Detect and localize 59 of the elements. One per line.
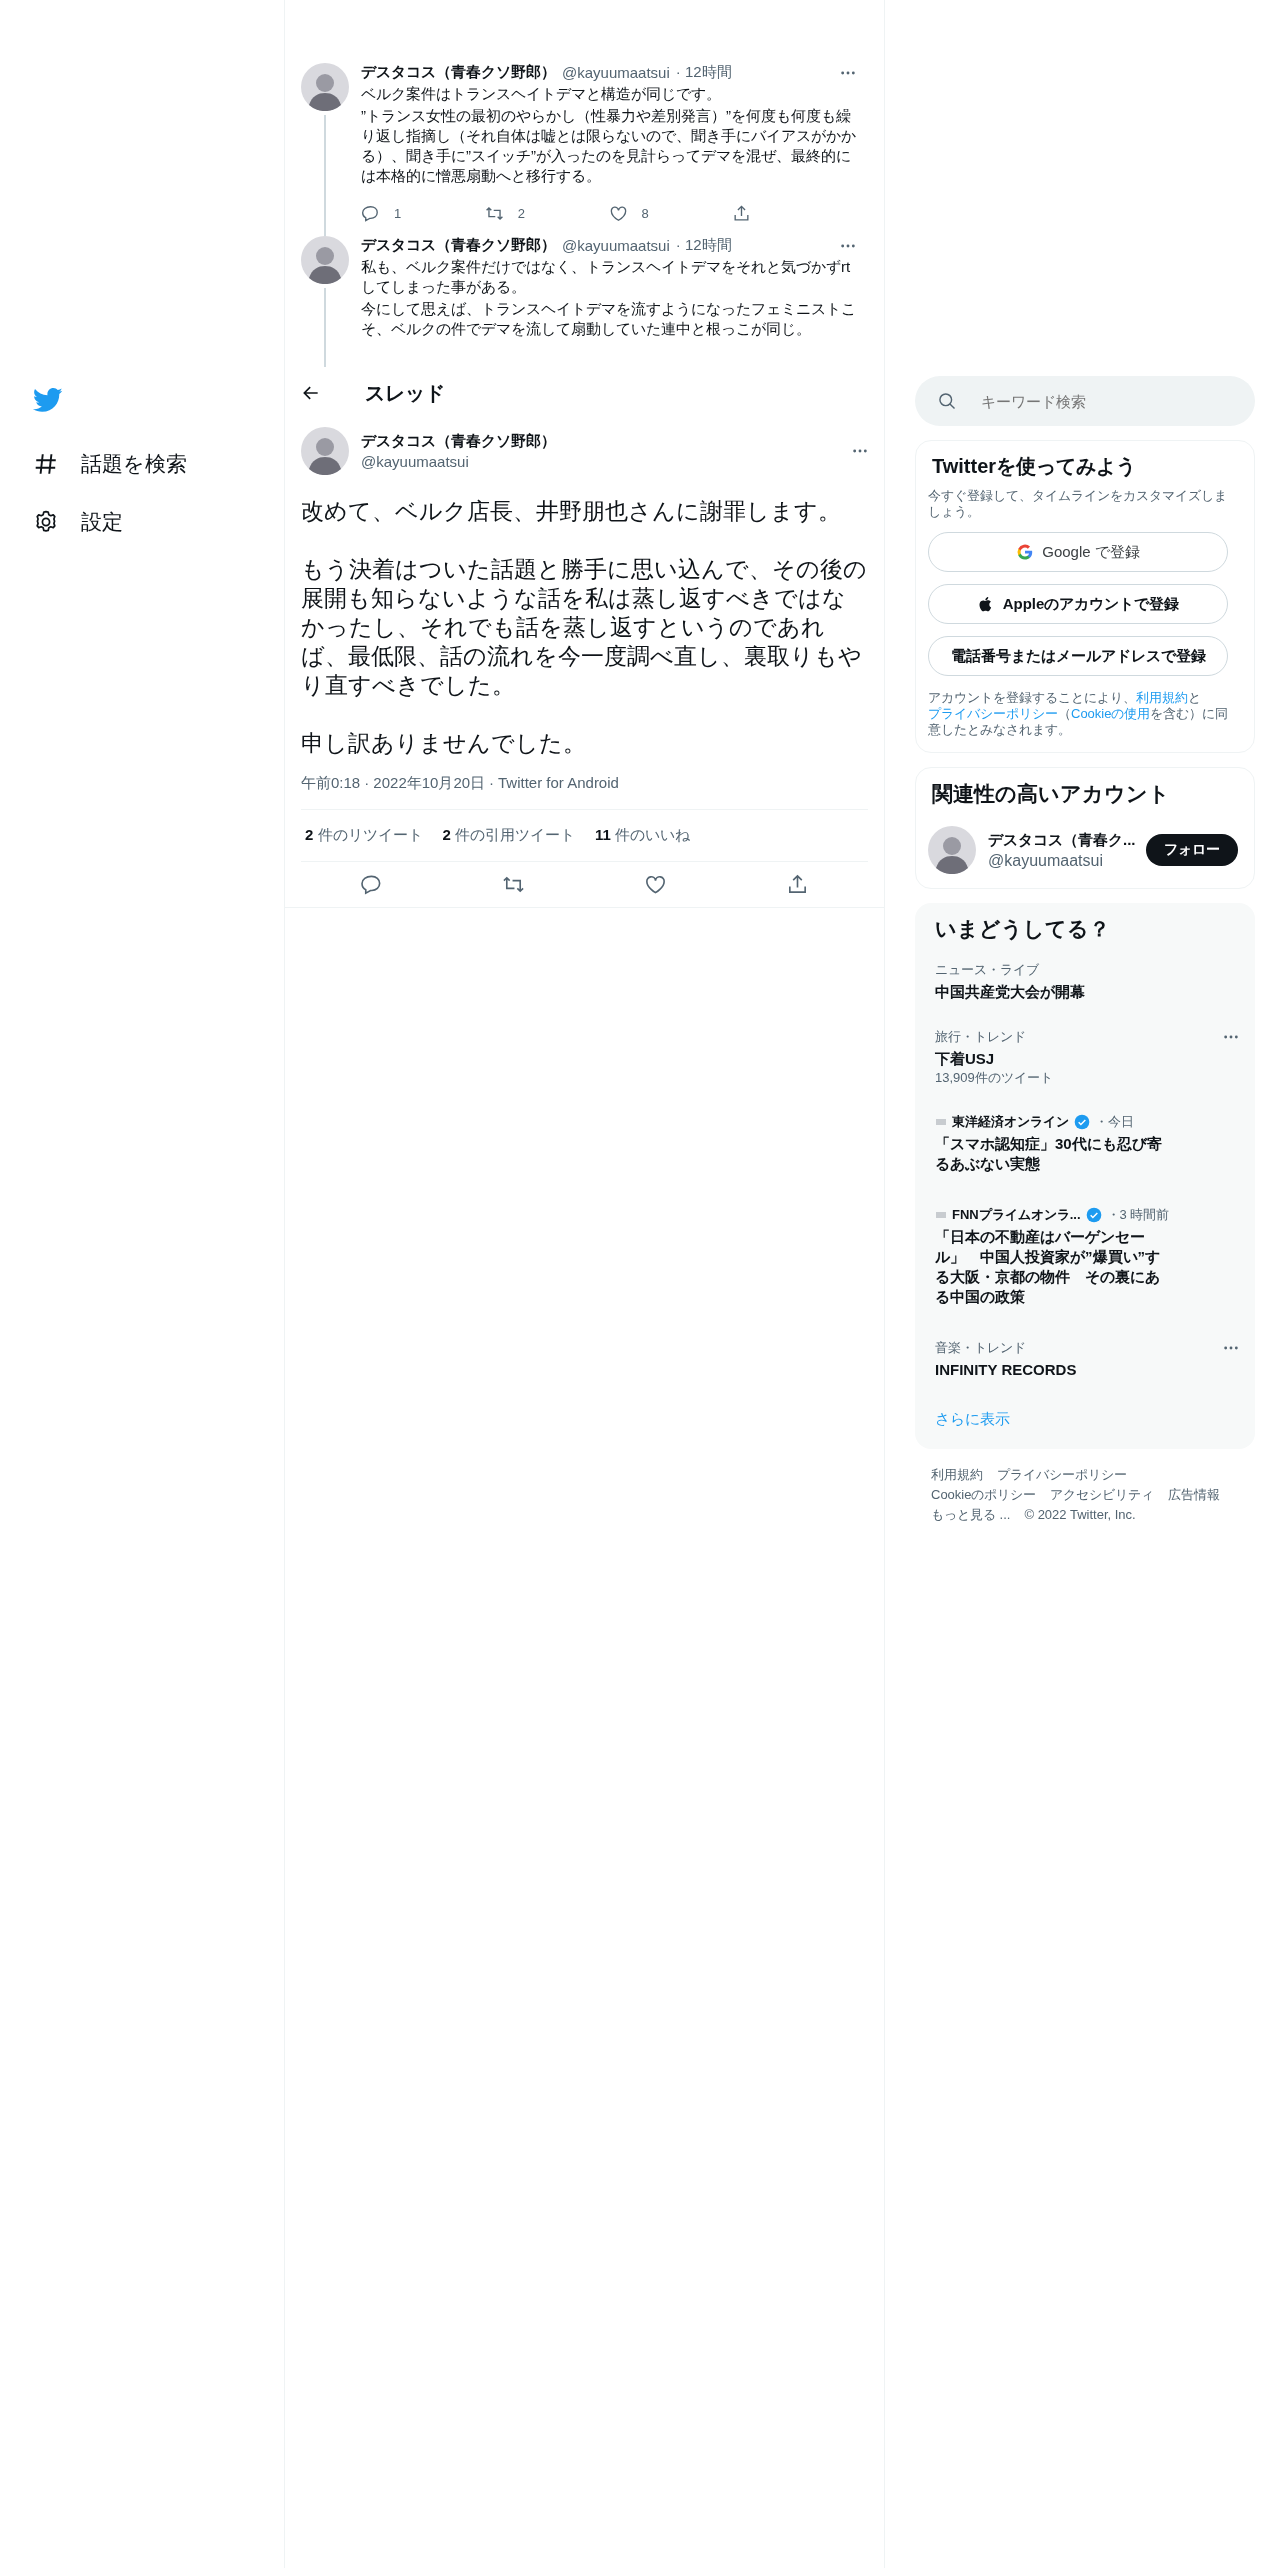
footer-link[interactable]: アクセシビリティ — [1050, 1485, 1155, 1505]
tweet-text: ベルク案件はトランスヘイトデマと構造が同じです。 — [361, 84, 722, 104]
nav-link[interactable]: 話題を検索 — [33, 435, 284, 493]
footer-link[interactable]: プライバシーポリシー — [997, 1465, 1127, 1485]
tweet-text: 申し訳ありませんでした。 — [301, 729, 587, 758]
footer-link[interactable]: Cookieのポリシー — [931, 1485, 1037, 1505]
user-handle[interactable]: @kayuumaatsui — [562, 64, 670, 81]
nav-link[interactable]: 設定 — [33, 493, 284, 551]
stat-link[interactable]: 11 件のいいね — [595, 826, 691, 845]
user-handle[interactable]: @kayuumaatsui — [988, 851, 1134, 870]
news-time: ・3 時間前 — [1106, 1206, 1170, 1224]
tweet-text: 改めて、ベルク店長、井野朋也さんに謝罪します。 — [301, 497, 842, 526]
legal-text: アカウントを登録することにより、利用規約 と プライバシーポリシー（Cookieの使用を含む）に同意したとみなされます。 — [928, 690, 1230, 738]
footer-link[interactable]: 利用規約 — [931, 1465, 983, 1485]
user-handle[interactable]: @kayuumaatsui — [361, 453, 840, 470]
tweet-text: 私も、ベルク案件だけではなく、トランスヘイトデマをそれと気づかずrtしてしまった事がある。 — [361, 257, 852, 297]
trend-category: ニュース・ライブ — [935, 961, 1039, 979]
page-title: スレッド — [365, 380, 445, 406]
footer-link[interactable]: 広告情報 — [1168, 1485, 1221, 1505]
user-name[interactable]: デスタコス（青春クソ野郎） — [361, 432, 840, 451]
signup-button[interactable]: Appleのアカウントで登録 — [928, 584, 1228, 624]
tweet-date[interactable]: · 2022年10月20日 — [364, 774, 486, 793]
tweet-text: ”トランス女性の最初のやらかし（性暴力や差別発言）”を何度も何度も繰り返し指摘し（それ自体は嘘とは限らないので、聞き手にバイアスがかかる）、聞き手に”スイッチ”が入ったのを見計らってデマを混ぜ、最終的には本格的に憎悪扇動へと移行する。 — [361, 106, 856, 186]
card-title: Twitterを使ってみよう — [931, 454, 1138, 479]
news-headline[interactable]: 「日本の不動産はバーゲンセール」 中国人投資家が”爆買い”する大阪・京都の物件 その裏にある中国の政策 — [935, 1227, 1165, 1317]
card-title: 関連性の高いアカウント — [931, 781, 1171, 807]
user-name[interactable]: デスタコス（青春ク... — [988, 830, 1134, 850]
card-subtitle: 今すぐ登録して、タイムラインをカスタマイズしましょう。 — [928, 488, 1228, 520]
signup-button[interactable]: 電話番号またはメールアドレスで登録 — [928, 636, 1228, 676]
search-field[interactable]: キーワード検索 — [915, 376, 1255, 426]
tweet-text: 今にして思えば、トランスヘイトデマを流すようになったフェミニストこそ、ベルクの件でデマを流して扇動していた連中と根っこが同じ。 — [361, 299, 856, 339]
trend-title[interactable]: 中国共産党大会が開幕 — [935, 982, 1239, 1002]
user-name[interactable]: デスタコス（青春クソ野郎） — [361, 236, 556, 255]
like-count: 8 — [641, 205, 649, 221]
stat-link[interactable]: 2 件のリツイート — [305, 826, 423, 845]
tweet-time[interactable]: · 12時間 — [675, 236, 732, 255]
tweet-count: 13,909件のツイート — [935, 1069, 1054, 1087]
tweet-time[interactable]: · 12時間 — [675, 63, 732, 82]
footer-link[interactable]: もっと見る ... — [931, 1505, 1011, 1525]
user-handle[interactable]: @kayuumaatsui — [562, 237, 670, 254]
reply-count: 1 — [394, 205, 402, 221]
news-headline[interactable]: 「スマホ認知症」30代にも忍び寄るあぶない実態 — [935, 1134, 1165, 1184]
retweet-count: 2 — [517, 205, 525, 221]
trend-category: 旅行・トレンド — [935, 1028, 1026, 1046]
news-source: FNNプライムオンラ... — [952, 1206, 1081, 1224]
trend-title[interactable]: 下着USJ — [935, 1049, 1239, 1069]
news-source: 東洋経済オンライン — [952, 1113, 1069, 1131]
tweet-source[interactable]: · Twitter for Android — [489, 774, 619, 793]
news-time: ・今日 — [1095, 1113, 1134, 1131]
trend-category: 音楽・トレンド — [935, 1339, 1026, 1357]
tweet-text: もう決着はついた話題と勝手に思い込んで、その後の展開も知らないような話を私は蒸し返すべきではなかったし、それでも話を蒸し返すというのであれば、最低限、話の流れを今一度調べ直し、裏取りもやり直すべきでした。 — [301, 555, 868, 700]
footer-link[interactable]: © 2022 Twitter, Inc. — [1024, 1505, 1136, 1525]
tweet-time[interactable]: 午前0:18 — [301, 774, 361, 793]
follow-button[interactable]: フォロー — [1146, 834, 1238, 866]
trend-title[interactable]: INFINITY RECORDS — [935, 1360, 1239, 1380]
user-name[interactable]: デスタコス（青春クソ野郎） — [361, 63, 556, 82]
signup-button[interactable]: Google で登録 — [928, 532, 1228, 572]
stat-link[interactable]: 2 件の引用ツイート — [442, 826, 576, 845]
card-title: いまどうしてる？ — [934, 916, 1111, 943]
